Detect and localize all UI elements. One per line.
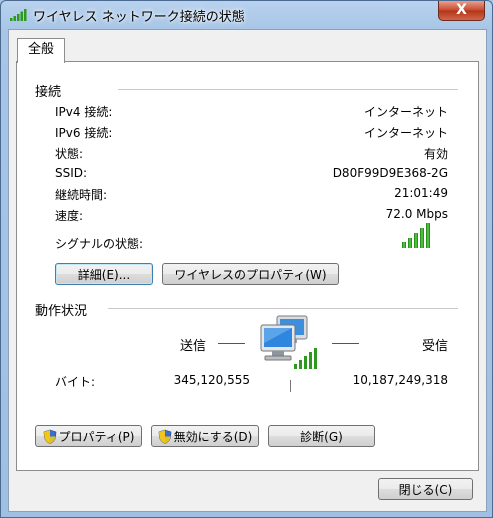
received-label: 受信: [421, 339, 448, 354]
connection-group-divider: [118, 89, 458, 91]
signal-quality-label: シグナルの状態:: [55, 237, 144, 251]
bytes-label: バイト:: [55, 375, 96, 389]
connection-group-heading: 接続: [35, 85, 62, 100]
wireless-properties-button[interactable]: ワイヤレスのプロパティ(W): [162, 263, 339, 285]
speed-label: 速度:: [55, 209, 84, 223]
diagnose-button[interactable]: 診断(G): [268, 425, 375, 447]
ssid-value: D80F99D9E368-2G: [332, 166, 448, 180]
ipv4-label: IPv4 接続:: [55, 105, 113, 119]
uac-shield-icon: [158, 429, 171, 444]
status-value: 有効: [423, 147, 448, 161]
title-bar[interactable]: ワイヤレス ネットワーク接続の状態 X: [1, 1, 492, 27]
disable-button[interactable]: 無効にする(D): [151, 425, 259, 447]
window-close-button[interactable]: X: [438, 1, 485, 21]
properties-button[interactable]: プロパティ(P): [35, 425, 142, 447]
received-line: [332, 343, 359, 344]
close-button[interactable]: 閉じる(C): [378, 478, 473, 500]
bytes-received-value: 10,187,249,318: [352, 373, 448, 387]
ipv6-value: インターネット: [363, 126, 448, 140]
speed-value: 72.0 Mbps: [385, 207, 448, 221]
tab-general[interactable]: 全般: [17, 38, 65, 63]
bytes-sent-value: 345,120,555: [173, 373, 250, 387]
window-title: ワイヤレス ネットワーク接続の状態: [33, 10, 245, 25]
duration-label: 継続時間:: [55, 188, 108, 202]
ipv4-value: インターネット: [363, 105, 448, 119]
sent-line: [218, 343, 245, 344]
signal-strength-icon: [402, 223, 430, 248]
network-computers-icon: [260, 315, 317, 369]
signal-bars-icon: [10, 9, 27, 21]
activity-group-divider: [108, 308, 458, 310]
ipv6-label: IPv6 接続:: [55, 126, 113, 140]
activity-group-heading: 動作状況: [35, 304, 88, 319]
network-divider-tick: [290, 380, 291, 392]
disable-button-label: 無効にする(D): [173, 430, 253, 444]
tab-panel-general: 接続 IPv4 接続: インターネット IPv6 接続: インターネット 状態:…: [16, 61, 479, 471]
uac-shield-icon: [43, 429, 56, 444]
duration-value: 21:01:49: [394, 186, 448, 200]
details-button[interactable]: 詳細(E)...: [55, 263, 153, 285]
properties-button-label: プロパティ(P): [58, 430, 135, 444]
sent-label: 送信: [180, 339, 207, 354]
dialog-window: ワイヤレス ネットワーク接続の状態 X 全般 接続 IPv4 接続: インターネ…: [0, 0, 493, 518]
status-label: 状態:: [55, 147, 84, 161]
ssid-label: SSID:: [55, 166, 88, 180]
dialog-client-area: 全般 接続 IPv4 接続: インターネット IPv6 接続: インターネット …: [8, 29, 487, 512]
